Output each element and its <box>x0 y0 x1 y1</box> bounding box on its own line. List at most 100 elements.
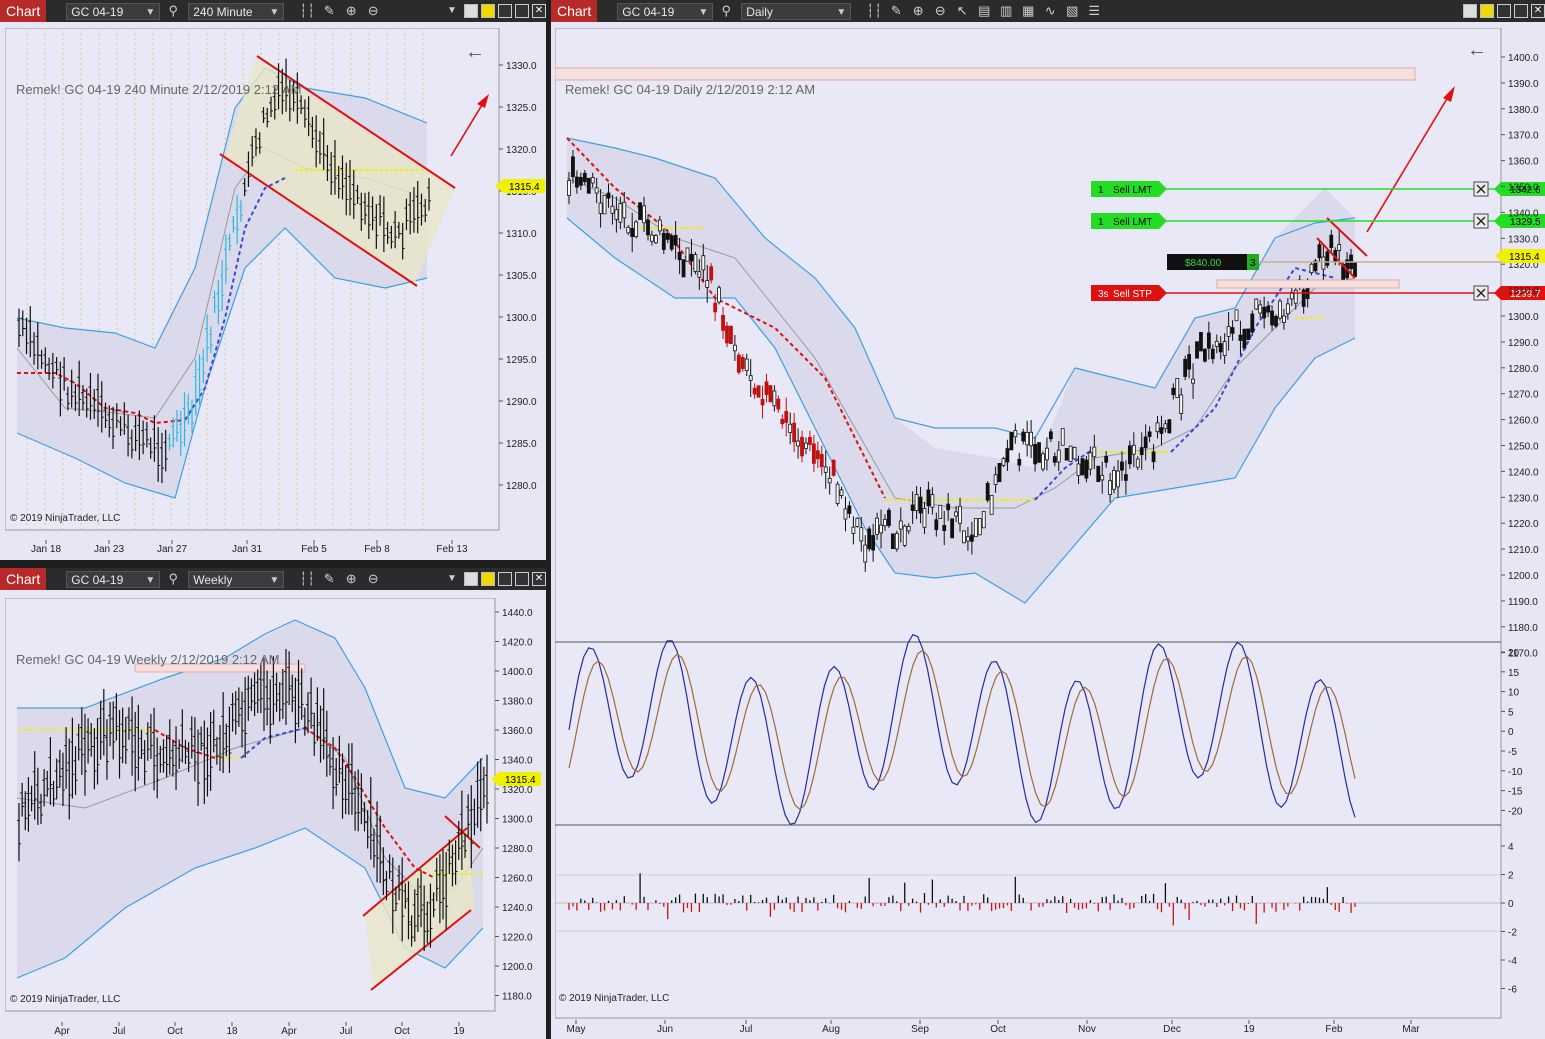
properties-icon[interactable]: ▥ <box>997 2 1015 20</box>
zoom-out-icon[interactable]: ⊖ <box>364 2 382 20</box>
zoom-in-icon[interactable]: ⊕ <box>342 570 360 588</box>
x-axis[interactable]: Apr Jul Oct 18 Apr Jul Oct 19 <box>54 1022 465 1037</box>
close-icon[interactable]: ✕ <box>532 572 546 586</box>
indicators-icon[interactable]: ∿ <box>1041 2 1059 20</box>
window-linking-icon[interactable] <box>1463 4 1477 18</box>
y-axis-label: 1370.0 <box>1508 131 1539 142</box>
drawing-tool-icon[interactable]: ✎ <box>320 2 338 20</box>
pointer-icon[interactable]: ↖ <box>953 2 971 20</box>
zoom-in-icon[interactable]: ⊕ <box>342 2 360 20</box>
x-axis-label: Jul <box>340 1026 353 1037</box>
drawing-tool-icon[interactable]: ✎ <box>320 570 338 588</box>
last-price-label: 1315.4 <box>505 775 536 786</box>
chart-tab[interactable]: Chart <box>0 568 47 590</box>
bar-type-icon[interactable]: ┆┆ <box>298 570 316 588</box>
minimize-icon[interactable] <box>1497 4 1511 18</box>
y-axis[interactable]: 1330.01325.01320.01315.01310.01305.01300… <box>499 61 537 492</box>
candle-body <box>1317 244 1322 259</box>
bar-type-icon[interactable]: ┆┆ <box>865 2 883 20</box>
candle-body <box>713 302 718 313</box>
candle-body <box>1179 394 1184 415</box>
y-axis[interactable]: 1440.0 1420.0 1400.0 1380.0 1360.0 1340.0 1320… <box>495 608 533 1003</box>
candle-body <box>590 177 595 184</box>
x-axis-label: Feb <box>1325 1024 1343 1035</box>
instrument-link-icon[interactable] <box>481 572 495 586</box>
list-icon[interactable]: ☰ <box>1085 2 1103 20</box>
price-panel[interactable]: Remek! GC 04-19 Weekly 2/12/2019 2:12 AM… <box>5 598 545 1039</box>
back-arrow-icon[interactable]: ← <box>1467 39 1487 61</box>
y-axis-label: 1180.0 <box>1508 623 1538 634</box>
candle-body <box>705 280 710 288</box>
interval-selector[interactable]: Daily ▼ <box>741 2 852 20</box>
close-icon[interactable]: ✕ <box>532 4 546 18</box>
candle-body <box>1167 419 1172 434</box>
candle-body <box>1353 261 1357 278</box>
more-tools-chevron-icon[interactable]: ▼ <box>443 570 461 588</box>
price-chart-svg[interactable]: Remek! GC 04-19 240 Minute 2/12/2019 2:1… <box>5 28 545 558</box>
instrument-link-icon[interactable] <box>481 4 495 18</box>
more-tools-chevron-icon[interactable]: ▼ <box>443 2 461 20</box>
y-axis[interactable]: 1400.0 1390.0 1380.0 1370.0 1360.0 1350.0 1340… <box>1501 53 1539 660</box>
bar-type-icon[interactable]: ┆┆ <box>298 2 316 20</box>
candle-body <box>1068 445 1073 462</box>
candle-body <box>1060 428 1065 446</box>
oscillator-axis[interactable]: 20 15 10 5 0 -5 -10 -15 -20 <box>1501 648 1523 817</box>
strategies-icon[interactable]: ▦ <box>1019 2 1037 20</box>
maximize-icon[interactable] <box>1514 4 1528 18</box>
templates-icon[interactable]: ▧ <box>1063 2 1081 20</box>
search-icon[interactable]: ⚲ <box>164 2 182 20</box>
chart-window-240min: Chart GC 04-19 ▼ ⚲ 240 Minute ▼ ┆┆ ✎ ⊕ ⊖ ▼… <box>0 0 546 560</box>
y-axis-label: 1260.0 <box>502 874 533 885</box>
interval-selector[interactable]: Weekly ▼ <box>188 570 285 588</box>
zoom-in-icon[interactable]: ⊕ <box>909 2 927 20</box>
candle-body <box>1064 448 1069 461</box>
chart-tab[interactable]: Chart <box>0 0 47 22</box>
daily-chart-svg[interactable]: 1 Sell LMT 1342.61 Sell LMT 1329.53s Sell STP… <box>555 28 1545 1039</box>
order-qty: 3s <box>1098 289 1109 300</box>
instrument-selector[interactable]: GC 04-19 ▼ <box>66 570 161 588</box>
candle-body <box>673 234 678 246</box>
x-axis-label: Jan 18 <box>31 544 61 555</box>
close-icon[interactable]: ✕ <box>1531 4 1545 18</box>
candle-body <box>1080 458 1085 476</box>
window-linking-icon[interactable] <box>464 572 478 586</box>
histogram-axis[interactable]: 4 2 0 -2 -4 -6 <box>1501 842 1517 996</box>
y-axis-label: 1290.0 <box>1508 338 1539 349</box>
x-axis[interactable]: Jan 18 Jan 23 Jan 27 Jan 31 Feb 5 Feb 8 Feb 13 <box>31 540 468 555</box>
candle-body <box>914 494 919 512</box>
candle-body <box>973 518 978 538</box>
x-axis[interactable]: May Jun Jul Aug Sep Oct Nov Dec 19 Feb Mar <box>567 1020 1421 1035</box>
data-box-icon[interactable]: ▤ <box>975 2 993 20</box>
candle-body <box>1017 458 1022 466</box>
y-axis-label: 1290.0 <box>506 397 537 408</box>
x-axis-label: Jul <box>740 1024 753 1035</box>
candle-body <box>1155 422 1160 433</box>
price-chart-svg[interactable]: Remek! GC 04-19 Weekly 2/12/2019 2:12 AM… <box>5 598 545 1039</box>
candle-body <box>910 504 915 511</box>
chart-tab[interactable]: Chart <box>551 0 598 22</box>
chevron-down-icon: ▼ <box>145 574 156 586</box>
chart-toolbar: Chart GC 04-19 ▼ ⚲ 240 Minute ▼ ┆┆ ✎ ⊕ ⊖ ▼… <box>0 0 546 22</box>
instrument-selector[interactable]: GC 04-19 ▼ <box>66 2 161 20</box>
back-arrow-icon[interactable]: ← <box>465 41 485 63</box>
search-icon[interactable]: ⚲ <box>164 570 182 588</box>
minimize-icon[interactable] <box>498 572 512 586</box>
interval-selector[interactable]: 240 Minute ▼ <box>188 2 285 20</box>
zoom-out-icon[interactable]: ⊖ <box>364 570 382 588</box>
price-panel[interactable]: Remek! GC 04-19 240 Minute 2/12/2019 2:1… <box>5 28 545 558</box>
zoom-out-icon[interactable]: ⊖ <box>931 2 949 20</box>
maximize-icon[interactable] <box>515 572 529 586</box>
drawing-tool-icon[interactable]: ✎ <box>887 2 905 20</box>
window-linking-icon[interactable] <box>464 4 478 18</box>
candle-body <box>665 233 670 240</box>
candle-body <box>752 387 757 395</box>
minimize-icon[interactable] <box>498 4 512 18</box>
candle-body <box>918 496 923 514</box>
maximize-icon[interactable] <box>515 4 529 18</box>
candle-body <box>614 209 619 220</box>
instrument-link-icon[interactable] <box>1480 4 1494 18</box>
instrument-selector[interactable]: GC 04-19 ▼ <box>617 2 714 20</box>
daily-panels[interactable]: 1 Sell LMT 1342.6 1 Sell LMT 1329.5 3s Sell STP… <box>555 28 1545 1039</box>
search-icon[interactable]: ⚲ <box>717 2 735 20</box>
candle-body <box>1191 378 1195 384</box>
